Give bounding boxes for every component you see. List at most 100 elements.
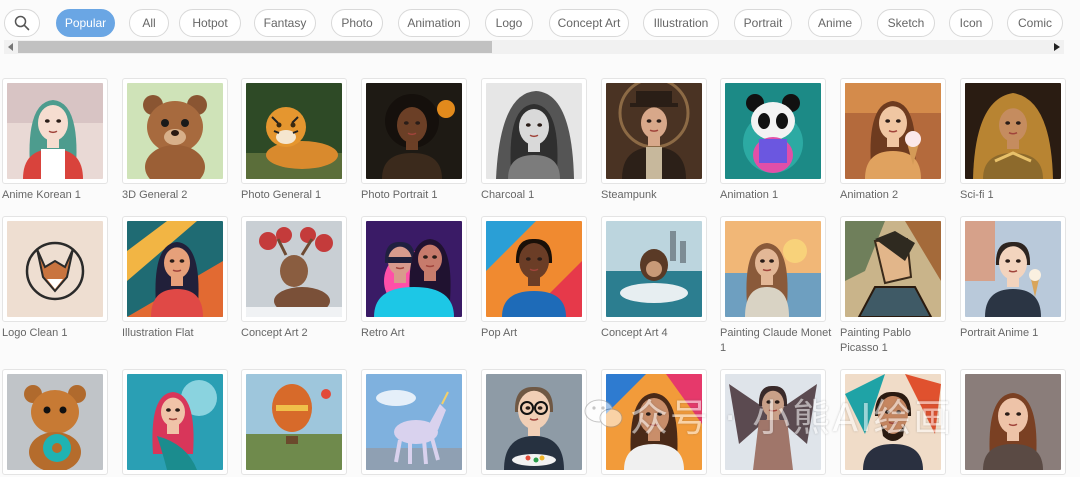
style-label: Portrait Anime 1 [960,327,1039,339]
style-label: Painting Claude Monet 1 [720,327,832,354]
anime-boy-image [965,221,1061,317]
style-thumbnail [241,369,347,475]
style-thumbnail [840,216,946,322]
style-thumbnail [2,78,108,184]
style-thumbnail [122,369,228,475]
style-thumbnail [601,216,707,322]
reindeer-image [246,221,342,317]
smiling-woman-image [606,374,702,470]
charcoal-woman-image [486,83,582,179]
style-label: Anime Korean 1 [2,189,81,201]
style-card-scifi-woman[interactable]: Sci-fi 1 [960,78,1066,203]
style-thumbnail [840,78,946,184]
style-label: Charcoal 1 [481,189,535,201]
mermaid-image [127,374,223,470]
style-thumbnail [241,78,347,184]
style-label: Photo General 1 [241,189,322,201]
style-card-pop-man[interactable]: Pop Art [481,216,587,341]
style-thumbnail [361,78,467,184]
winged-warrior-image [725,374,821,470]
style-thumbnail [720,78,826,184]
style-thumbnail [122,216,228,322]
style-label: Concept Art 4 [601,327,668,339]
bearded-man-image [845,374,941,470]
style-card-unicorn[interactable] [361,369,467,475]
brunette-woman-image [965,374,1061,470]
style-thumbnail [481,216,587,322]
style-thumbnail [122,78,228,184]
style-card-charcoal-woman[interactable]: Charcoal 1 [481,78,587,203]
style-thumbnail [481,369,587,475]
style-card-flat-woman[interactable]: Illustration Flat [122,216,228,341]
panda-image [725,83,821,179]
picasso-woman-image [845,221,941,317]
balloon-image [246,374,342,470]
unicorn-image [366,374,462,470]
tiger-image [246,83,342,179]
style-card-smiling-woman[interactable] [601,369,707,475]
style-card-anime-girl[interactable]: Anime Korean 1 [2,78,108,203]
style-card-monkey-boat[interactable]: Concept Art 4 [601,216,707,341]
style-card-winged-warrior[interactable] [720,369,826,475]
style-card-anime-boy[interactable]: Portrait Anime 1 [960,216,1066,341]
style-card-retro-couple[interactable]: Retro Art [361,216,467,341]
style-card-bear-donut[interactable] [2,369,108,475]
style-thumbnail [960,78,1066,184]
style-grid: Anime Korean 1 3D General 2 Photo General … [0,0,1080,477]
monet-woman-image [725,221,821,317]
teddy-bear-image [127,83,223,179]
style-label: 3D General 2 [122,189,188,201]
style-card-monet-woman[interactable]: Painting Claude Monet 1 [720,216,831,356]
style-card-reindeer[interactable]: Concept Art 2 [241,216,347,341]
monkey-boat-image [606,221,702,317]
fox-logo-image [7,221,103,317]
style-thumbnail [361,216,467,322]
baby-glasses-image [486,374,582,470]
style-label: Sci-fi 1 [960,189,994,201]
style-thumbnail [720,216,826,322]
style-label: Animation 1 [720,189,779,201]
style-thumbnail [601,369,707,475]
style-thumbnail [960,216,1066,322]
style-thumbnail [481,78,587,184]
style-label: Steampunk [601,189,657,201]
retro-couple-image [366,221,462,317]
style-thumbnail [241,216,347,322]
style-card-baby-glasses[interactable] [481,369,587,475]
style-card-fox-logo[interactable]: Logo Clean 1 [2,216,108,341]
style-card-teddy-bear[interactable]: 3D General 2 [122,78,228,203]
portrait-woman-image [366,83,462,179]
style-card-portrait-woman[interactable]: Photo Portrait 1 [361,78,467,203]
style-label: Pop Art [481,327,518,339]
bear-donut-image [7,374,103,470]
pop-man-image [486,221,582,317]
style-card-brunette-woman[interactable] [960,369,1066,475]
girl-icecream-image [845,83,941,179]
flat-woman-image [127,221,223,317]
steampunk-man-image [606,83,702,179]
style-thumbnail [960,369,1066,475]
style-label: Retro Art [361,327,405,339]
style-label: Painting Pablo Picasso 1 [840,327,911,354]
style-label: Concept Art 2 [241,327,308,339]
style-card-tiger[interactable]: Photo General 1 [241,78,347,203]
style-card-balloon[interactable] [241,369,347,475]
style-thumbnail [840,369,946,475]
style-label: Logo Clean 1 [2,327,68,339]
style-thumbnail [720,369,826,475]
style-card-picasso-woman[interactable]: Painting Pablo Picasso 1 [840,216,946,356]
style-thumbnail [361,369,467,475]
scifi-woman-image [965,83,1061,179]
style-thumbnail [601,78,707,184]
style-card-panda[interactable]: Animation 1 [720,78,826,203]
style-label: Photo Portrait 1 [361,189,438,201]
style-card-steampunk-man[interactable]: Steampunk [601,78,707,203]
style-label: Animation 2 [840,189,899,201]
anime-girl-image [7,83,103,179]
style-thumbnail [2,216,108,322]
style-card-bearded-man[interactable] [840,369,946,475]
style-label: Illustration Flat [122,327,194,339]
style-card-girl-icecream[interactable]: Animation 2 [840,78,946,203]
style-card-mermaid[interactable] [122,369,228,475]
style-thumbnail [2,369,108,475]
